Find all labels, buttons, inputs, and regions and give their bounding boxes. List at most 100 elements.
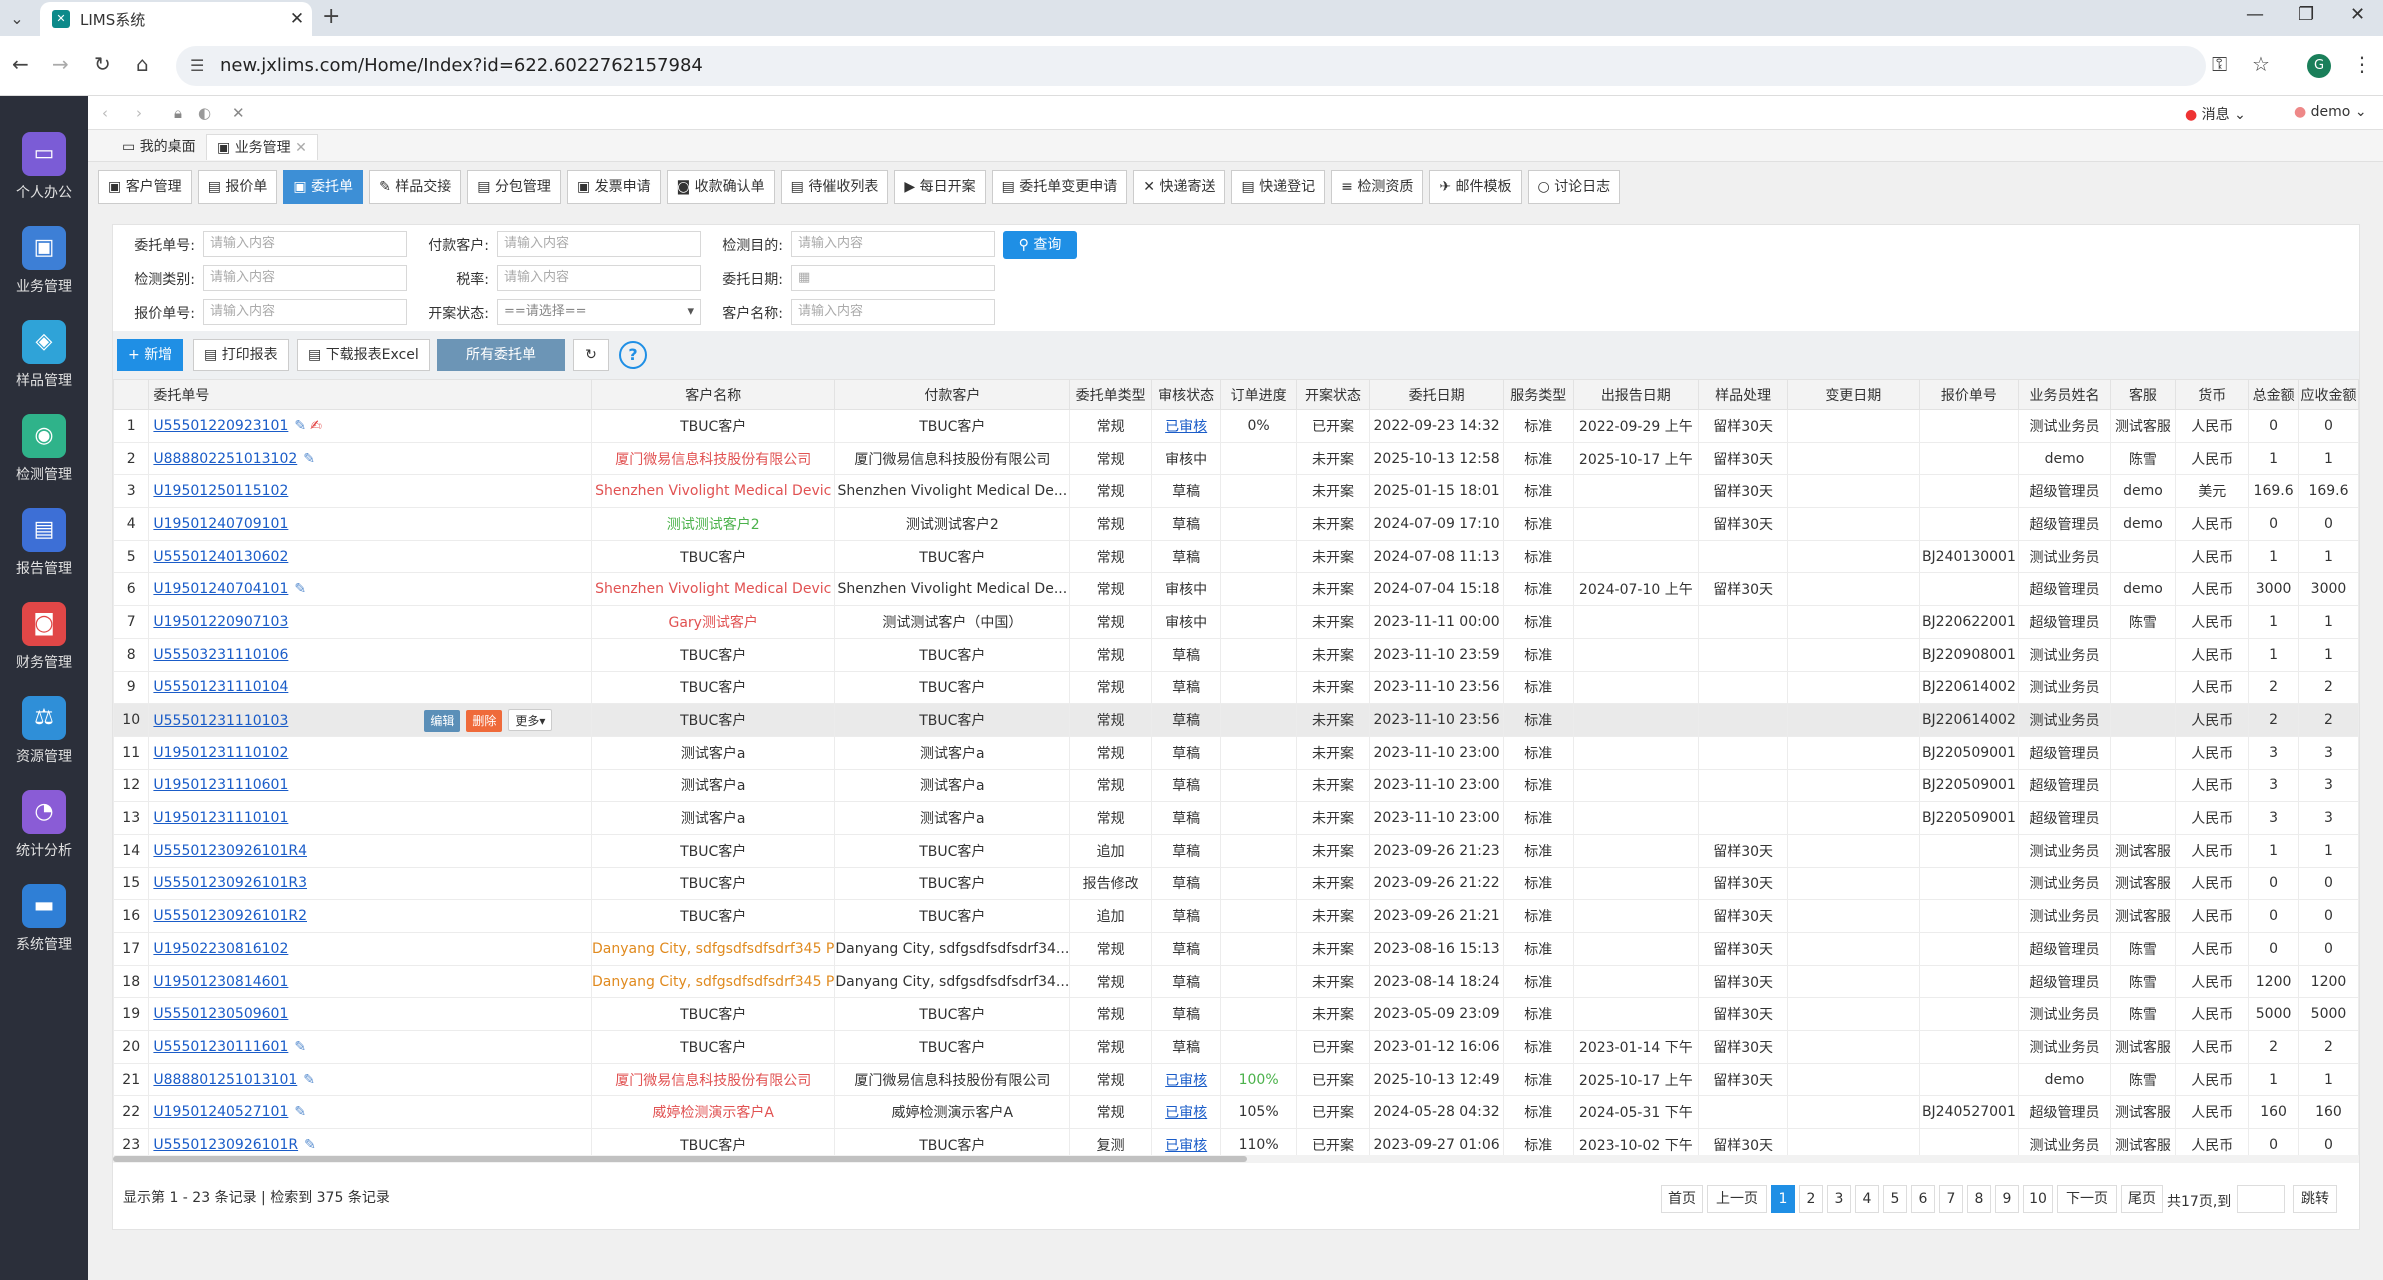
table-row[interactable]: 5 U55501240130602 TBUC客户 TBUC客户 常规 草稿 未开案 2024-… (113, 539, 2359, 574)
table-row[interactable]: 22 U19501240527101 ✎ 威婷检测演示客户A 威婷检测演示客户A 常规 已审… (113, 1095, 2359, 1130)
quote-no-input[interactable]: 请输入内容 (203, 299, 407, 325)
edit-square-icon[interactable]: ✍ (310, 418, 322, 434)
table-row[interactable]: 3 U19501250115102 Shenzhen Vivolight Medic… (113, 474, 2359, 509)
column-header[interactable]: 付款客户 (834, 379, 1071, 410)
audit-status-text[interactable]: 已审核 (1165, 1138, 1207, 1154)
page-1-button[interactable]: 1 (1771, 1185, 1795, 1213)
module-tab[interactable]: ▶ 每日开案 (894, 170, 986, 204)
payer-input[interactable]: 请输入内容 (497, 231, 701, 257)
module-tab[interactable]: ✎ 样品交接 (369, 170, 462, 204)
pencil-icon[interactable]: ✎ (294, 581, 306, 597)
module-tab[interactable]: ▤ 分包管理 (467, 170, 561, 204)
table-row[interactable]: 2 U888802251013102 ✎ 厦门微易信息科技股份有限公司 厦门微易信息科技… (113, 441, 2359, 476)
order-no-link[interactable]: U55501231110103 (153, 713, 288, 729)
order-no-link[interactable]: U55501231110104 (153, 679, 288, 695)
module-tab[interactable]: ▤ 待催收列表 (780, 170, 889, 204)
module-tab[interactable]: ▣ 委托单 (283, 170, 364, 204)
table-row[interactable]: 21 U888801251013101 ✎ 厦门微易信息科技股份有限公司 厦门微易信息科… (113, 1062, 2359, 1097)
order-no-link[interactable]: U55501230926101R4 (153, 843, 307, 859)
page-8-button[interactable]: 8 (1967, 1185, 1991, 1213)
page-10-button[interactable]: 10 (2023, 1185, 2053, 1213)
module-tab[interactable]: ▣ 客户管理 (98, 170, 192, 204)
column-header[interactable]: 业务员姓名 (2018, 379, 2111, 410)
order-no-link[interactable]: U19501230814601 (153, 974, 288, 990)
module-tab[interactable]: ▤ 委托单变更申请 (991, 170, 1128, 204)
table-row[interactable]: 13 U19501231110101 测试客户a 测试客户a 常规 草稿 未开案 2023-1… (113, 801, 2359, 835)
edit-button[interactable]: 编辑 (424, 709, 461, 732)
module-tab[interactable]: ○ 讨论日志 (1527, 170, 1621, 204)
next-page-button[interactable]: 下一页 (2057, 1185, 2117, 1213)
order-no-cell[interactable]: U19501240527101 ✎ (148, 1095, 593, 1130)
url-field[interactable]: ☰ new.jxlims.com/Home/Index?id=622.60227… (176, 46, 2206, 86)
page-6-button[interactable]: 6 (1911, 1185, 1935, 1213)
column-header[interactable]: 总金额 (2248, 379, 2299, 410)
sidebar-item-personal[interactable]: ▭ 个人办公 (0, 132, 88, 222)
profile-avatar[interactable]: G (2307, 54, 2331, 78)
order-no-link[interactable]: U55503231110106 (153, 647, 288, 663)
close-window-icon[interactable]: ✕ (2350, 4, 2365, 25)
category-input[interactable]: 请输入内容 (203, 265, 407, 291)
customer-name-input[interactable]: 请输入内容 (791, 299, 995, 325)
user-menu[interactable]: ● demo ⌄ (2294, 104, 2367, 120)
module-tab[interactable]: ≡ 检测资质 (1331, 170, 1424, 204)
module-tab[interactable]: ▣ 发票申请 (566, 170, 661, 204)
column-header[interactable]: 开案状态 (1295, 379, 1371, 410)
order-no-cell[interactable]: U19501230814601 (148, 964, 593, 999)
column-header[interactable]: 委托单类型 (1069, 379, 1152, 410)
page-4-button[interactable]: 4 (1855, 1185, 1879, 1213)
table-row[interactable]: 4 U19501240709101 测试测试客户2 测试测试客户2 常规 草稿 未开案 202… (113, 507, 2359, 541)
site-info-icon[interactable]: ☰ (190, 46, 204, 86)
sidebar-item-system[interactable]: ▬ 系统管理 (0, 884, 88, 974)
help-icon[interactable]: ? (619, 341, 647, 369)
refresh-icon[interactable]: ↻ (573, 339, 609, 371)
sidebar-item-testing[interactable]: ◉ 检测管理 (0, 414, 88, 504)
lock-icon[interactable]: 🔒︎ (174, 104, 182, 122)
print-report-button[interactable]: ▤ 打印报表 (193, 339, 289, 371)
module-tab[interactable]: ✈ 邮件模板 (1429, 170, 1522, 204)
order-no-cell[interactable]: U55501230926101R3 (148, 866, 593, 901)
order-no-cell[interactable]: U19501240704101 ✎ (148, 572, 593, 607)
tab-business[interactable]: ▣ 业务管理 ✕ (206, 134, 318, 160)
sidebar-item-business[interactable]: ▣ 业务管理 (0, 226, 88, 316)
forward-icon[interactable]: → (52, 52, 69, 76)
table-row[interactable]: 12 U19501231110601 测试客户a 测试客户a 常规 草稿 未开案 2023-1… (113, 768, 2359, 803)
order-no-cell[interactable]: U19501231110102 (148, 735, 593, 770)
table-row[interactable]: 17 U19502230816102 Danyang City, sdfgsdfsd… (113, 932, 2359, 966)
audit-status-text[interactable]: 已审核 (1165, 1073, 1207, 1089)
back-icon[interactable]: ← (12, 52, 29, 76)
order-no-link[interactable]: U19502230816102 (153, 941, 288, 957)
query-button[interactable]: ⚲ 查询 (1003, 231, 1077, 259)
order-no-link[interactable]: U888801251013101 (153, 1072, 297, 1088)
nav-forward-icon[interactable]: › (136, 104, 142, 122)
pencil-icon[interactable]: ✎ (304, 1137, 316, 1153)
pencil-icon[interactable]: ✎ (303, 451, 315, 467)
page-2-button[interactable]: 2 (1799, 1185, 1823, 1213)
sidebar-item-finance[interactable]: ◙ 财务管理 (0, 602, 88, 692)
module-tab[interactable]: ▤ 快递登记 (1231, 170, 1326, 204)
horizontal-scrollbar[interactable] (113, 1155, 2359, 1163)
order-no-link[interactable]: U55501230111601 (153, 1039, 288, 1055)
column-header[interactable]: 委托日期 (1369, 379, 1504, 410)
column-header[interactable]: 订单进度 (1220, 379, 1297, 410)
audit-status-text[interactable]: 已审核 (1165, 1105, 1207, 1121)
order-no-cell[interactable]: U888802251013102 ✎ (148, 441, 593, 476)
order-no-cell[interactable]: U55503231110106 (148, 637, 593, 672)
table-row[interactable]: 6 U19501240704101 ✎ Shenzhen Vivolight Medi… (113, 572, 2359, 607)
order-no-cell[interactable]: U19501250115102 (148, 474, 593, 509)
order-no-cell[interactable]: U19501231110101 (148, 801, 593, 835)
order-no-cell[interactable]: U55501240130602 (148, 539, 593, 574)
date-picker[interactable]: ▦ (791, 265, 995, 291)
page-jump-input[interactable] (2237, 1185, 2285, 1213)
order-no-link[interactable]: U19501240527101 (153, 1104, 288, 1120)
page-7-button[interactable]: 7 (1939, 1185, 1963, 1213)
tab-search-icon[interactable]: ⌄ (4, 6, 30, 32)
download-excel-button[interactable]: ▤ 下载报表Excel (297, 339, 430, 371)
table-row[interactable]: 8 U55503231110106 TBUC客户 TBUC客户 常规 草稿 未开案 2023-… (113, 637, 2359, 672)
tab-desktop[interactable]: ▭ 我的桌面 (112, 134, 206, 160)
purpose-input[interactable]: 请输入内容 (791, 231, 995, 257)
column-header[interactable]: 客户名称 (591, 379, 836, 410)
pencil-icon[interactable]: ✎ (294, 1104, 306, 1120)
order-no-cell[interactable]: U55501230509601 (148, 997, 593, 1032)
audit-status-text[interactable]: 已审核 (1165, 419, 1207, 435)
order-no-link[interactable]: U19501240704101 (153, 581, 288, 597)
